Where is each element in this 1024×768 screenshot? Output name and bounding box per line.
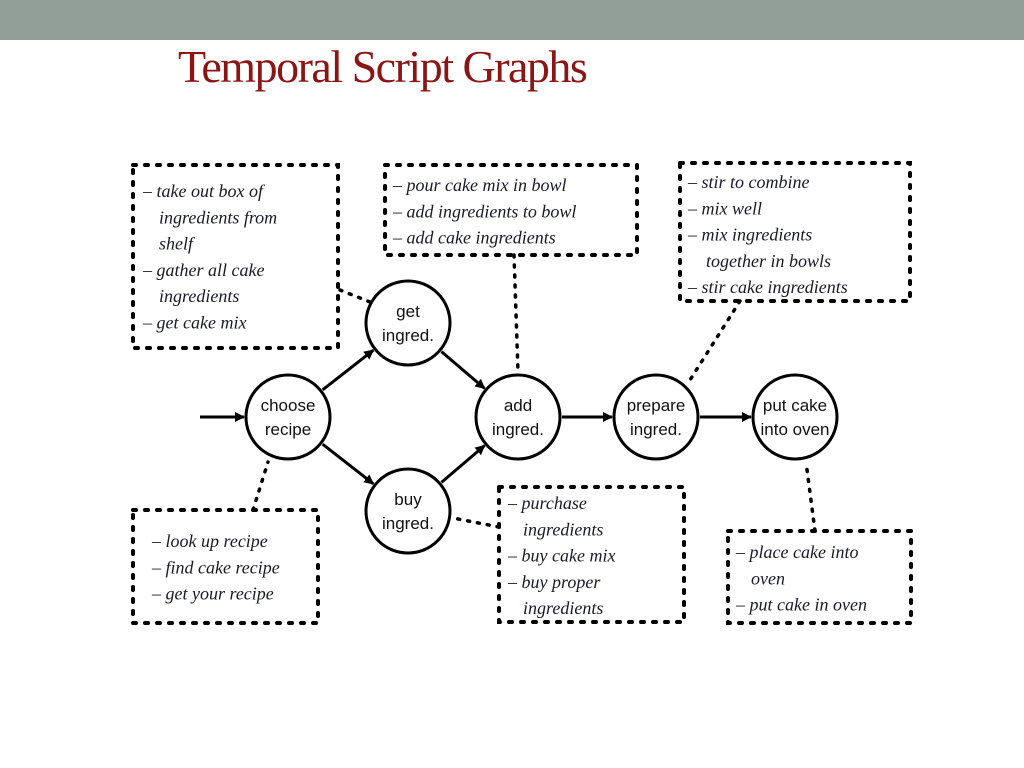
box-text-line: – purchase: [507, 493, 587, 513]
box-text-line: ingredients from: [159, 207, 277, 227]
node-add: add ingred.: [474, 373, 562, 461]
box-text-line: – add ingredients to bowl: [392, 201, 576, 221]
node-circle: [612, 373, 700, 461]
box-text-line: together in bowls: [706, 251, 831, 271]
node-prepare: prepare ingred.: [612, 373, 700, 461]
prepare-box-connector: [688, 299, 742, 382]
node-label: ingred.: [630, 420, 682, 439]
add-box: – pour cake mix in bowl – add ingredients…: [383, 163, 639, 257]
box-text-line: – look up recipe: [151, 531, 268, 551]
choose-box: – look up recipe – find cake recipe – get …: [131, 508, 320, 625]
box-text-line: shelf: [159, 234, 196, 254]
box-text-line: – find cake recipe: [151, 557, 280, 577]
edge-get-to-add: [440, 350, 486, 390]
node-choose: choose recipe: [244, 373, 332, 461]
node-label: buy: [394, 490, 422, 509]
oven-box: – place cake into oven – put cake in oven: [726, 529, 913, 625]
node-label: ingred.: [382, 514, 434, 533]
box-text-line: – mix well: [687, 198, 762, 218]
node-label: add: [504, 396, 532, 415]
node-label: put cake: [763, 396, 827, 415]
node-buy: buy ingred.: [364, 467, 452, 555]
box-text-line: – stir to combine: [687, 172, 810, 192]
node-label: choose: [261, 396, 316, 415]
edge-choose-to-get: [321, 348, 375, 392]
buy-box: – purchase ingredients – buy cake mix – buy…: [497, 485, 686, 624]
temporal-script-graph: – take out box of ingredients from shelf – …: [131, 161, 913, 625]
box-text-line: – place cake into: [735, 542, 858, 562]
box-text-line: – put cake in oven: [735, 595, 867, 615]
buy-box-connector: [451, 516, 501, 529]
node-label: prepare: [627, 396, 686, 415]
box-text-line: – gather all cake: [142, 260, 264, 280]
node-get: get ingred.: [364, 279, 452, 367]
node-circle: [474, 373, 562, 461]
box-text-line: – take out box of: [142, 181, 266, 201]
box-text-line: – pour cake mix in bowl: [392, 175, 566, 195]
box-text-line: – mix ingredients: [687, 225, 812, 245]
box-text-line: – get your recipe: [151, 584, 274, 604]
node-oven: put cake into oven: [751, 373, 839, 461]
node-circle: [364, 279, 452, 367]
box-text-line: – add cake ingredients: [392, 228, 556, 248]
oven-box-connector: [804, 460, 817, 533]
get-box: – take out box of ingredients from shelf – …: [131, 163, 340, 350]
node-circle: [364, 467, 452, 555]
box-text-line: – get cake mix: [142, 313, 246, 333]
node-label: ingred.: [382, 326, 434, 345]
box-text-line: – buy proper: [507, 572, 601, 592]
box-text-line: – stir cake ingredients: [687, 277, 848, 297]
box-text-line: oven: [751, 568, 785, 588]
node-circle: [244, 373, 332, 461]
edge-choose-to-buy: [321, 442, 375, 486]
node-circle: [751, 373, 839, 461]
node-label: ingred.: [492, 420, 544, 439]
choose-box-connector: [251, 460, 270, 512]
box-text-line: ingredients: [159, 286, 239, 306]
node-label: recipe: [265, 420, 311, 439]
edge-buy-to-add: [440, 444, 486, 484]
box-text-line: ingredients: [523, 519, 603, 539]
prepare-box: – stir to combine – mix well – mix ingredi…: [678, 161, 912, 303]
box-text-line: ingredients: [523, 598, 603, 618]
node-label: into oven: [761, 420, 830, 439]
add-box-connector: [512, 253, 520, 374]
node-label: get: [396, 302, 420, 321]
get-box-connector: [338, 288, 372, 304]
box-text-line: – buy cake mix: [507, 546, 615, 566]
